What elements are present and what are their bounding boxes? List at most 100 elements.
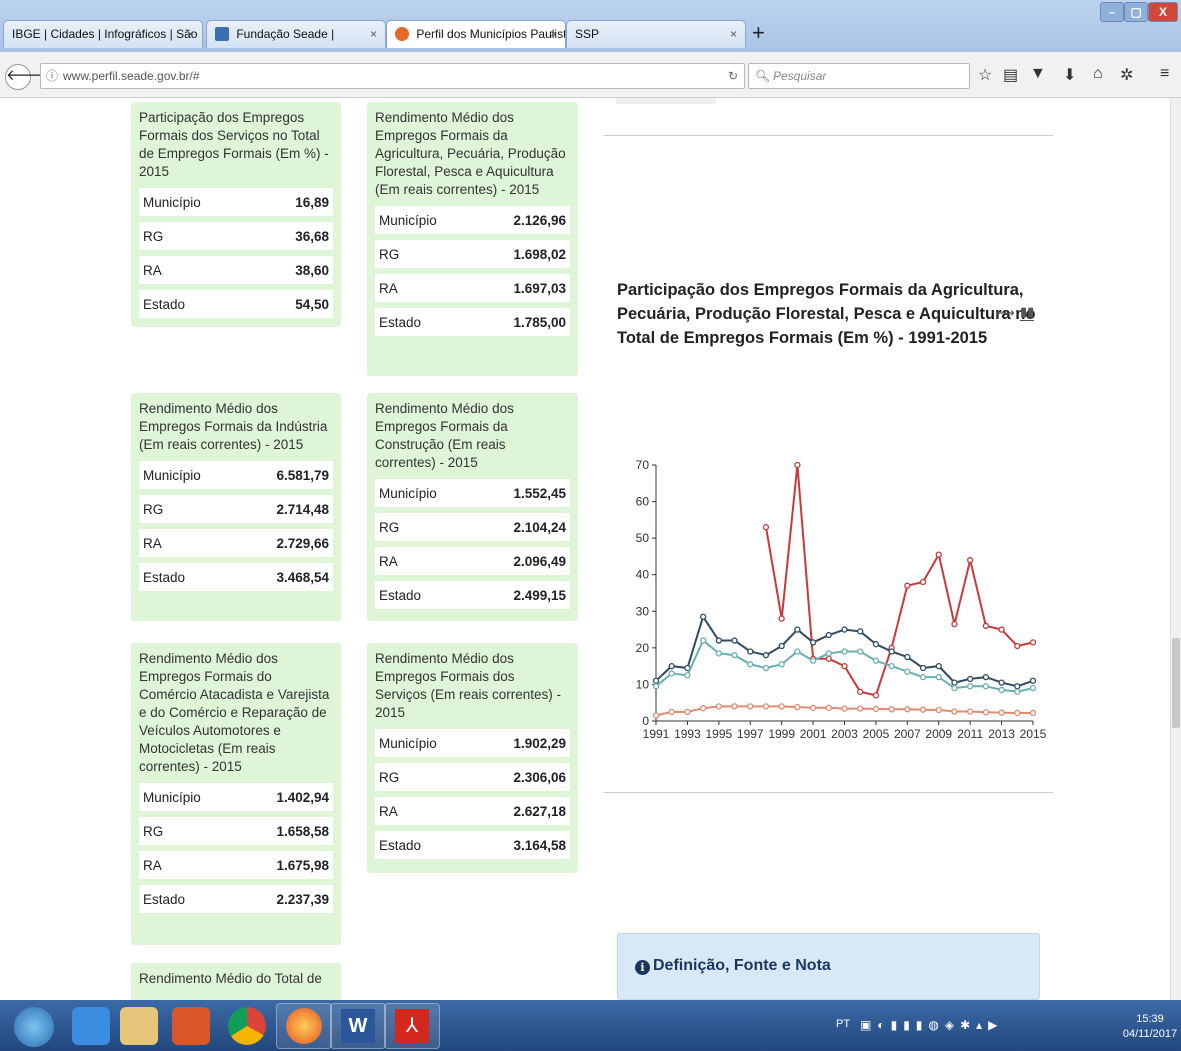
data-point <box>904 668 911 675</box>
data-point <box>668 662 675 670</box>
close-tab-icon[interactable]: × <box>550 27 557 41</box>
data-point <box>857 648 864 655</box>
data-point <box>747 661 754 668</box>
close-tab-icon[interactable]: × <box>730 27 737 41</box>
close-window-button[interactable]: X <box>1148 2 1178 22</box>
search-icon: 🔍︎ <box>755 69 771 83</box>
data-point <box>1014 683 1021 690</box>
tab-label: IBGE | Cidades | Infográficos | São <box>12 27 198 41</box>
definition-source-note-panel[interactable]: i Definição, Fonte e Nota <box>617 933 1040 1000</box>
data-point <box>982 709 990 716</box>
y-tick-label: 10 <box>636 677 650 691</box>
data-point <box>809 639 817 646</box>
info-icon[interactable]: ⓘ <box>46 64 58 88</box>
data-point <box>809 704 817 711</box>
tab-label: Fundação Seade | <box>236 27 335 41</box>
file-explorer-icon[interactable] <box>120 1007 158 1045</box>
table-row: RG 1.698,02 <box>375 240 570 268</box>
x-tick-label: 2001 <box>800 727 827 741</box>
data-point <box>857 705 864 712</box>
tab-label: SSP <box>575 27 600 41</box>
word-icon: W <box>341 1009 375 1043</box>
menu-icon[interactable]: ≡ <box>1160 65 1169 83</box>
internet-explorer-icon[interactable] <box>72 1007 110 1045</box>
data-point <box>778 703 785 710</box>
data-point <box>841 662 848 670</box>
vertical-scrollbar[interactable] <box>1170 98 1181 1000</box>
reading-list-icon[interactable]: ▤ <box>1003 65 1018 85</box>
card-rendimento-total: Rendimento Médio do Total de <box>131 963 341 1000</box>
navigation-bar: 🡐 ⓘ www.perfil.seade.gov.br/# ↻ 🔍︎ Pesqu… <box>0 52 1181 98</box>
close-tab-icon[interactable]: × <box>187 27 194 41</box>
card-rendimento-construcao: Rendimento Médio dos Empregos Formais da… <box>367 393 578 621</box>
chart-title: Participação dos Empregos Formais da Agr… <box>617 281 1036 347</box>
pocket-icon[interactable]: ▼ <box>1030 65 1046 83</box>
data-point <box>652 677 660 684</box>
data-point <box>888 706 895 713</box>
downloads-icon[interactable]: ⬇ <box>1063 65 1076 85</box>
clock[interactable]: 15:39 04/11/2017 <box>1122 1012 1178 1042</box>
table-row: RG 1.658,58 <box>139 817 333 845</box>
card-title: Rendimento Médio do Total de <box>139 971 322 986</box>
home-icon[interactable]: ⌂ <box>1093 65 1103 83</box>
data-point <box>825 655 832 662</box>
extension-icon[interactable]: ✲ <box>1120 65 1133 85</box>
new-tab-button[interactable]: + <box>752 20 765 46</box>
search-placeholder: Pesquisar <box>773 69 827 83</box>
data-point <box>778 642 785 650</box>
table-row: RG 2.104,24 <box>375 513 570 541</box>
data-point <box>872 705 880 713</box>
maximize-button[interactable]: ▢ <box>1124 2 1148 22</box>
data-point <box>935 662 942 670</box>
series-3 <box>652 703 1037 719</box>
y-tick-label: 70 <box>636 458 650 472</box>
url-text: www.perfil.seade.gov.br/# <box>63 69 200 83</box>
data-point <box>1014 709 1021 717</box>
tab-seade[interactable]: Fundação Seade | × <box>206 20 386 48</box>
page-content: Participação dos Empregos Formais dos Se… <box>0 98 1170 1000</box>
system-tray-icons[interactable]: ▣◐▮▮▮◍◈✱▴▶ <box>860 1018 1100 1034</box>
office-icon[interactable] <box>172 1007 210 1045</box>
search-input[interactable]: 🔍︎ Pesquisar <box>748 63 970 89</box>
firefox-taskbar-button[interactable] <box>276 1003 332 1049</box>
start-button-icon[interactable] <box>14 1007 54 1047</box>
line-chart-toggle-icon[interactable]: ⟿ <box>996 305 1015 321</box>
reload-icon[interactable]: ↻ <box>728 64 738 88</box>
word-taskbar-button[interactable]: W <box>330 1003 386 1049</box>
table-row: Estado 2.237,39 <box>139 885 333 913</box>
x-tick-label: 1999 <box>768 727 795 741</box>
data-point <box>699 637 707 644</box>
language-indicator[interactable]: PT <box>836 1018 850 1030</box>
data-point <box>652 712 660 719</box>
data-point <box>998 679 1005 686</box>
data-point <box>919 673 927 681</box>
tab-ssp[interactable]: SSP × <box>566 20 746 48</box>
card-title: Rendimento Médio dos Empregos Formais do… <box>139 651 330 774</box>
back-button[interactable]: 🡐 <box>5 64 46 90</box>
close-tab-icon[interactable]: × <box>370 27 377 41</box>
table-row: RA 2.096,49 <box>375 547 570 575</box>
table-row: RG 2.714,48 <box>139 495 333 523</box>
chrome-icon[interactable] <box>228 1007 266 1045</box>
divider <box>604 135 1053 136</box>
table-row: Estado 3.164,58 <box>375 831 570 859</box>
tab-ibge[interactable]: IBGE | Cidades | Infográficos | São × <box>3 20 203 48</box>
url-bar[interactable]: ⓘ www.perfil.seade.gov.br/# ↻ <box>40 63 745 89</box>
minimize-button[interactable]: – <box>1100 2 1124 22</box>
bookmark-star-icon[interactable]: ☆ <box>978 65 992 85</box>
data-point <box>1029 684 1037 692</box>
data-point <box>982 622 990 630</box>
bar-chart-toggle-icon[interactable]: ▮▮ <box>1020 304 1035 321</box>
x-tick-label: 1991 <box>643 727 670 741</box>
pdf-icon: ⅄ <box>395 1009 429 1043</box>
table-row: Município 2.126,96 <box>375 206 570 234</box>
x-tick-label: 1993 <box>674 727 701 741</box>
browser-titlebar: IBGE | Cidades | Infográficos | São × Fu… <box>0 0 1181 52</box>
data-point <box>904 653 911 661</box>
tab-perfil-municipios[interactable]: Perfil dos Municípios Paulista × <box>386 20 566 48</box>
scrollbar-thumb[interactable] <box>1172 638 1180 728</box>
x-tick-label: 2013 <box>988 727 1015 741</box>
acrobat-taskbar-button[interactable]: ⅄ <box>384 1003 440 1049</box>
windows-taskbar: W ⅄ ▣◐▮▮▮◍◈✱▴▶ <box>0 1000 1181 1051</box>
data-point <box>888 662 895 670</box>
